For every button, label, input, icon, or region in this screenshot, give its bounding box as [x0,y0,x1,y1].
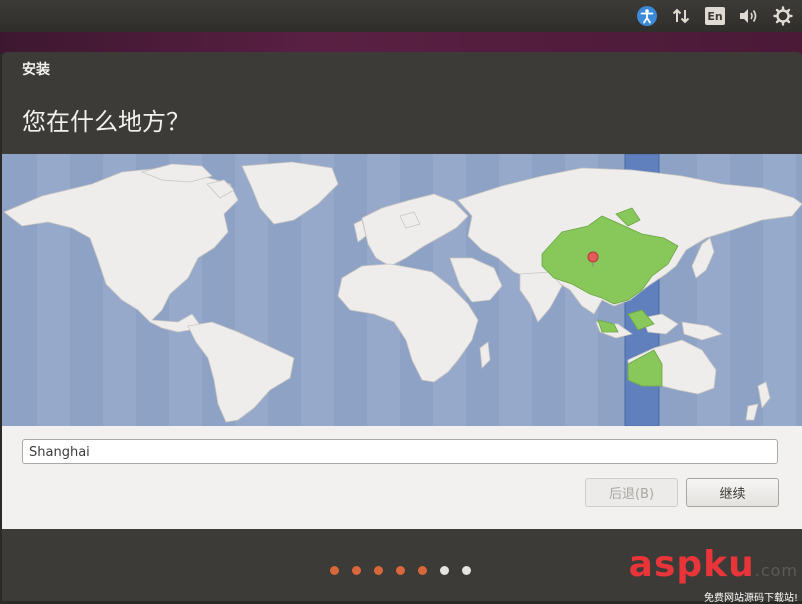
watermark-main: aspku [628,544,755,585]
desktop-background [0,32,802,54]
keyboard-layout-icon[interactable]: En [704,5,726,27]
progress-dot-2 [352,566,361,575]
step-progress [330,566,471,575]
settings-gear-icon[interactable] [772,5,794,27]
language-label: En [705,7,725,25]
progress-dot-5 [418,566,427,575]
timezone-map[interactable] [2,154,802,426]
network-arrows-icon[interactable] [670,5,692,27]
watermark-tagline: 免费网站源码下载站! [703,593,798,604]
watermark: aspku.com 免费网站源码下载站! [629,547,798,604]
progress-footer: aspku.com 免费网站源码下载站! [2,529,802,604]
back-button[interactable]: 后退(B) [585,478,678,507]
location-input[interactable]: Shanghai [22,439,778,464]
progress-dot-3 [374,566,383,575]
installer-window: 安装 您在什么地方？ Shanghai 后退(B) 继续 aspku.com 免… [2,52,802,604]
accessibility-icon[interactable] [636,5,658,27]
progress-dot-1 [330,566,339,575]
location-form: Shanghai 后退(B) 继续 [2,426,802,529]
page-title: 您在什么地方？ [22,108,190,136]
progress-dot-4 [396,566,405,575]
top-panel: En [0,0,802,32]
indicator-area: En [636,5,794,27]
progress-dot-7 [462,566,471,575]
watermark-suffix: .com [754,561,798,580]
world-map[interactable] [2,154,802,426]
progress-dot-6 [440,566,449,575]
window-title: 安装 [22,62,50,78]
continue-button[interactable]: 继续 [686,478,779,507]
volume-icon[interactable] [738,5,760,27]
